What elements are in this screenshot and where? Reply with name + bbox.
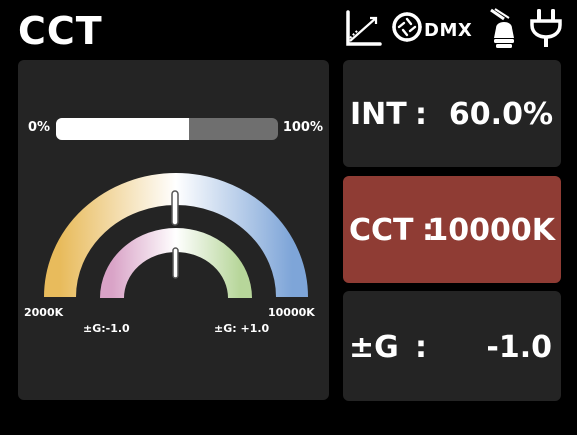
cct-card-label: CCT xyxy=(349,213,414,248)
power-plug-icon[interactable] xyxy=(528,7,564,49)
cct-max-label: 10000K xyxy=(268,306,315,319)
green-card-value: -1.0 xyxy=(486,330,552,365)
green-card-separator: : xyxy=(415,330,427,365)
intensity-card-separator: : xyxy=(415,97,427,132)
intensity-card[interactable]: INT : 60.0% xyxy=(343,60,561,167)
curve-icon[interactable] xyxy=(344,8,382,48)
intensity-card-label: INT xyxy=(350,97,407,132)
cct-arc-handle[interactable] xyxy=(171,190,179,226)
lamp-icon[interactable] xyxy=(486,6,522,50)
green-arc-handle[interactable] xyxy=(172,247,179,279)
cct-min-label: 2000K xyxy=(24,306,64,319)
cct-card[interactable]: CCT : 10000K xyxy=(343,176,561,283)
cct-card-value: 10000K xyxy=(427,213,555,248)
green-max-label: ±G: +1.0 xyxy=(214,322,270,335)
cct-control-panel: 0% 100% 2000K 10000K ±G:-1.0 ±G: +1.0 xyxy=(18,60,329,400)
intensity-card-value: 60.0% xyxy=(448,97,553,132)
dmx-label: DMX xyxy=(424,20,473,41)
green-min-label: ±G:-1.0 xyxy=(83,322,130,335)
dmx-icon[interactable] xyxy=(390,10,424,44)
green-card[interactable]: ±G : -1.0 xyxy=(343,291,561,401)
green-card-label: ±G xyxy=(349,330,399,365)
page-title: CCT xyxy=(18,9,103,53)
color-arcs xyxy=(44,173,308,299)
header: CCT DMX xyxy=(0,0,577,58)
